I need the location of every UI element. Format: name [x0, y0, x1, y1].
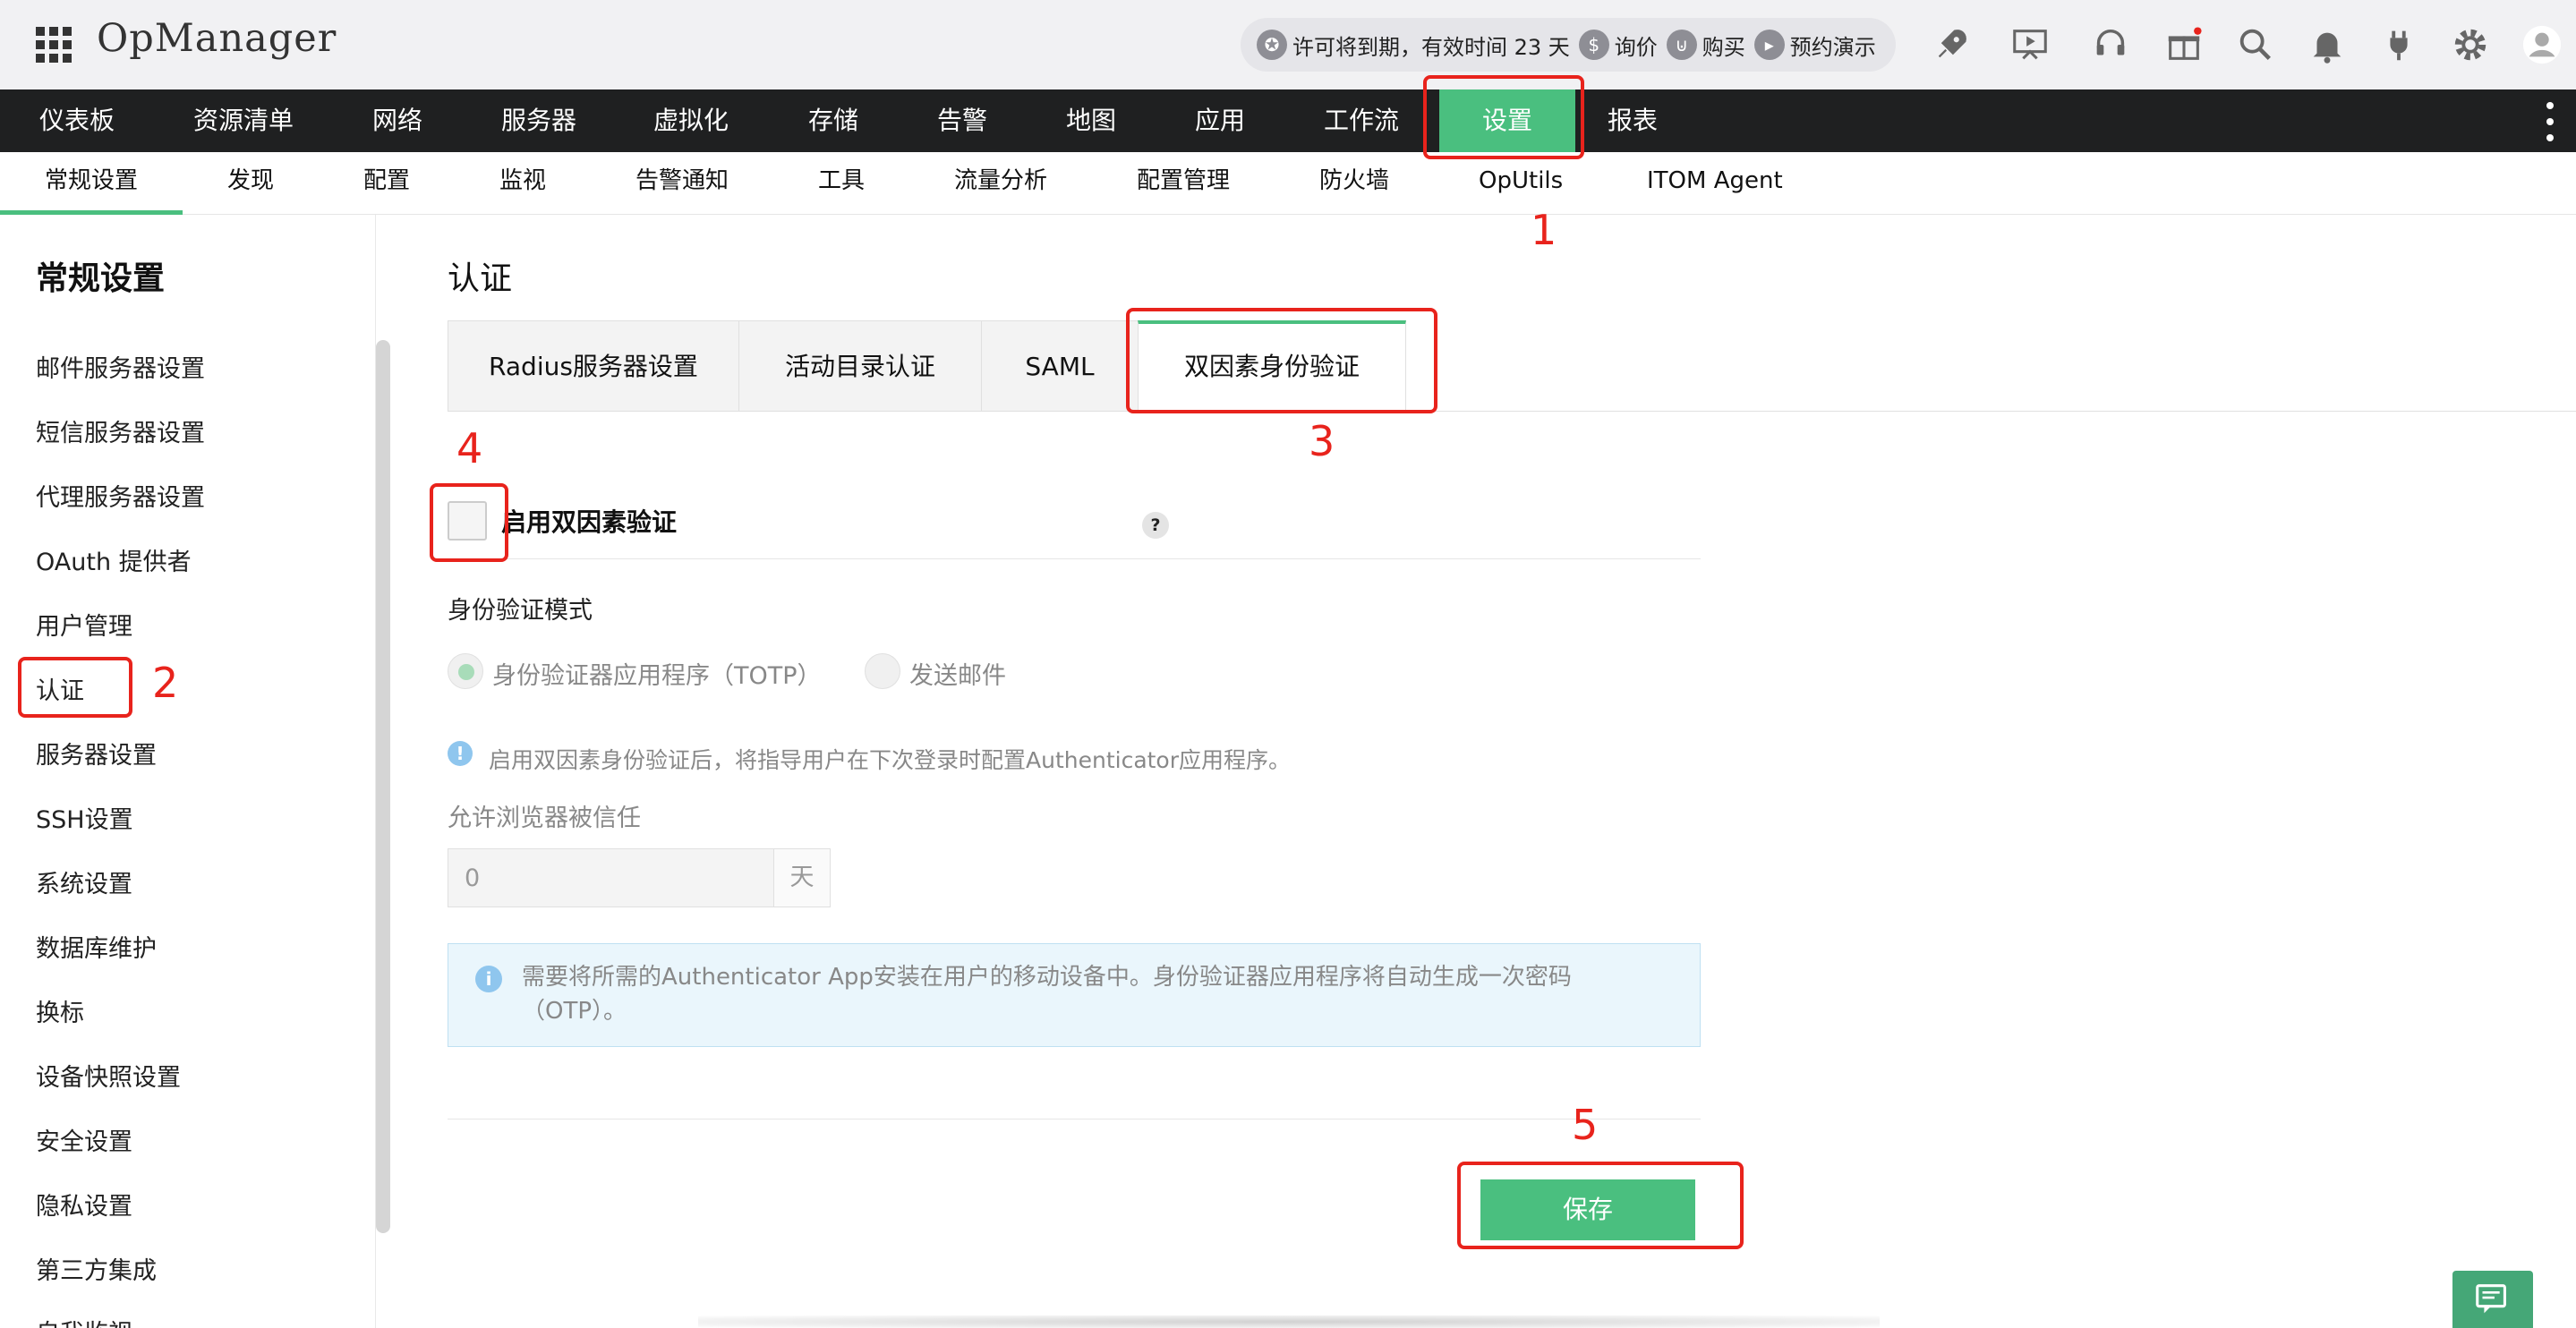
- trust-days-input[interactable]: [448, 848, 775, 907]
- save-button[interactable]: 保存: [1480, 1179, 1695, 1240]
- page-shadow: [698, 1315, 1880, 1328]
- sidebar-item-rebranding[interactable]: 换标: [36, 993, 84, 1028]
- subnav-firewall[interactable]: 防火墙: [1319, 152, 1389, 215]
- authenticator-info-box: i 需要将所需的Authenticator App安装在用户的移动设备中。身份验…: [448, 943, 1701, 1047]
- sidebar-title: 常规设置: [36, 260, 166, 297]
- sidebar-item-server-settings[interactable]: 服务器设置: [36, 736, 157, 770]
- nav-workflow[interactable]: 工作流: [1324, 89, 1399, 152]
- enable-2fa-row: 启用双因素验证 ?: [448, 498, 1701, 560]
- nav-reports[interactable]: 报表: [1608, 89, 1658, 152]
- license-banner: ✪ 许可将到期，有效时间 23 天 $ 询价 ⊍ 购买 ▸ 预约演示: [1241, 18, 1896, 72]
- app-grid-icon[interactable]: [36, 27, 72, 63]
- annotation-number: 5: [1572, 1101, 1599, 1149]
- nav-network[interactable]: 网络: [372, 89, 422, 152]
- headset-icon[interactable]: [2087, 21, 2134, 68]
- plug-icon[interactable]: [2376, 21, 2422, 68]
- sidebar-scrollbar[interactable]: [376, 340, 390, 1233]
- sidebar-item-proxy-server[interactable]: 代理服务器设置: [36, 478, 205, 513]
- annotation-number: 1: [1531, 206, 1557, 254]
- tab-two-factor[interactable]: 双因素身份验证: [1138, 320, 1406, 412]
- nav-settings[interactable]: 设置: [1439, 89, 1575, 152]
- sidebar-item-ssh-settings[interactable]: SSH设置: [36, 800, 133, 835]
- tab-active-directory[interactable]: 活动目录认证: [738, 320, 982, 412]
- sidebar-item-self-monitoring[interactable]: 自我监视: [36, 1314, 132, 1328]
- radio-email-label: 发送邮件: [909, 662, 1006, 690]
- main-nav: 仪表板 资源清单 网络 服务器 虚拟化 存储 告警 地图 应用 工作流 设置 报…: [0, 89, 2576, 152]
- enable-2fa-label: 启用双因素验证: [501, 507, 678, 537]
- quote-link[interactable]: 询价: [1615, 30, 1658, 61]
- sidebar-item-security-settings[interactable]: 安全设置: [36, 1122, 132, 1157]
- two-factor-note: 启用双因素身份验证后，将指导用户在下次登录时配置Authenticator应用程…: [489, 747, 1292, 773]
- annotation-number: 3: [1309, 417, 1335, 465]
- subnav-alarm-notification[interactable]: 告警通知: [635, 152, 729, 215]
- subnav-discovery[interactable]: 发现: [227, 152, 274, 215]
- nav-virtualization[interactable]: 虚拟化: [653, 89, 729, 152]
- dollar-icon: $: [1578, 30, 1609, 60]
- nav-apps[interactable]: 应用: [1195, 89, 1245, 152]
- divider: [448, 558, 1701, 559]
- chat-icon[interactable]: [2452, 1271, 2533, 1328]
- bell-icon[interactable]: [2304, 21, 2350, 68]
- license-text: 许可将到期，有效时间 23 天: [1292, 34, 1570, 60]
- auth-mode-label: 身份验证模式: [448, 597, 593, 625]
- nav-inventory[interactable]: 资源清单: [193, 89, 294, 152]
- sidebar-item-privacy-settings[interactable]: 隐私设置: [36, 1187, 132, 1222]
- gear-icon[interactable]: [2447, 21, 2494, 68]
- demo-link[interactable]: 预约演示: [1790, 30, 1876, 61]
- sidebar-item-device-snapshot[interactable]: 设备快照设置: [36, 1058, 181, 1093]
- nav-alarms[interactable]: 告警: [937, 89, 987, 152]
- subnav-configuration[interactable]: 配置: [363, 152, 410, 215]
- trust-browser-label: 允许浏览器被信任: [448, 804, 641, 832]
- trust-days-unit: 天: [773, 848, 831, 907]
- rocket-icon[interactable]: [1928, 21, 1975, 68]
- nav-maps[interactable]: 地图: [1066, 89, 1116, 152]
- top-bar: OpManager ✪ 许可将到期，有效时间 23 天 $ 询价 ⊍ 购买 ▸ …: [0, 0, 2576, 89]
- subnav-monitoring[interactable]: 监视: [499, 152, 546, 215]
- enable-2fa-checkbox[interactable]: [448, 501, 487, 541]
- gift-icon[interactable]: [2161, 21, 2207, 68]
- tab-saml[interactable]: SAML: [981, 320, 1139, 412]
- sidebar-item-sms-server[interactable]: 短信服务器设置: [36, 413, 205, 448]
- subnav-flow-analysis[interactable]: 流量分析: [954, 152, 1047, 215]
- demo-icon: ▸: [1753, 30, 1785, 60]
- license-icon: ✪: [1257, 30, 1287, 60]
- help-icon[interactable]: ?: [1142, 512, 1169, 539]
- nav-dashboard[interactable]: 仪表板: [39, 89, 115, 152]
- nav-storage[interactable]: 存储: [808, 89, 858, 152]
- annotation-number: 2: [152, 659, 179, 707]
- search-icon[interactable]: [2232, 21, 2279, 68]
- radio-email[interactable]: [865, 653, 900, 689]
- sidebar-item-oauth[interactable]: OAuth 提供者: [36, 542, 192, 577]
- subnav-general-settings[interactable]: 常规设置: [0, 152, 183, 215]
- radio-totp[interactable]: [448, 653, 483, 689]
- sidebar-item-mail-server[interactable]: 邮件服务器设置: [36, 349, 205, 384]
- cart-icon: ⊍: [1666, 30, 1697, 60]
- sidebar-item-database-maintenance[interactable]: 数据库维护: [36, 929, 157, 964]
- radio-totp-label: 身份验证器应用程序（TOTP）: [492, 662, 822, 690]
- settings-sidebar: 常规设置 邮件服务器设置 短信服务器设置 代理服务器设置 OAuth 提供者 用…: [0, 215, 376, 1328]
- sidebar-item-authentication[interactable]: 认证: [36, 671, 84, 706]
- nav-servers[interactable]: 服务器: [501, 89, 576, 152]
- user-avatar-icon[interactable]: [2519, 21, 2565, 68]
- subnav-tools[interactable]: 工具: [818, 152, 865, 215]
- presentation-icon[interactable]: [2007, 21, 2053, 68]
- page-title: 认证: [448, 260, 513, 297]
- tab-divider: [448, 411, 2576, 412]
- subnav-config-management[interactable]: 配置管理: [1137, 152, 1230, 215]
- app-title: OpManager: [97, 16, 337, 61]
- sidebar-item-system-settings[interactable]: 系统设置: [36, 864, 132, 899]
- info-icon: !: [448, 741, 473, 766]
- info-circle-icon: i: [475, 966, 502, 992]
- more-menu-icon[interactable]: [2544, 102, 2556, 141]
- sub-nav: 常规设置 发现 配置 监视 告警通知 工具 流量分析 配置管理 防火墙 OpUt…: [0, 152, 2576, 215]
- tab-radius[interactable]: Radius服务器设置: [448, 320, 739, 412]
- sidebar-item-user-management[interactable]: 用户管理: [36, 607, 132, 642]
- sidebar-item-third-party[interactable]: 第三方集成: [36, 1251, 157, 1286]
- subnav-itom-agent[interactable]: ITOM Agent: [1647, 152, 1783, 215]
- annotation-number: 4: [456, 424, 483, 472]
- buy-link[interactable]: 购买: [1702, 30, 1745, 61]
- authenticator-info-text: 需要将所需的Authenticator App安装在用户的移动设备中。身份验证器…: [522, 964, 1572, 1025]
